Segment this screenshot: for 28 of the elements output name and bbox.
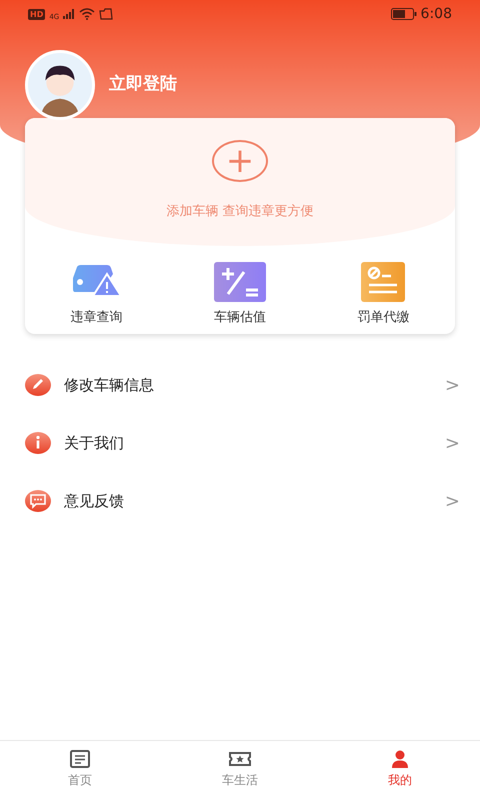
person-icon[interactable] bbox=[389, 749, 411, 769]
service-label[interactable]: 违章查询 bbox=[70, 308, 123, 328]
tab-button[interactable]: 首页 bbox=[30, 741, 130, 800]
menu-item[interactable]: 意见反馈 bbox=[64, 490, 445, 512]
network-badge: HD bbox=[28, 8, 46, 20]
pencil-icon bbox=[25, 372, 51, 398]
menu-item[interactable]: 关于我们 bbox=[64, 432, 445, 454]
menu-item[interactable]: 修改车辆信息 bbox=[64, 374, 445, 396]
battery-icon bbox=[390, 8, 417, 20]
chevron-icon[interactable]: > bbox=[444, 430, 460, 456]
login-link[interactable]: 立即登陆 bbox=[109, 72, 177, 98]
list-icon[interactable] bbox=[69, 749, 91, 769]
wifi-icon bbox=[79, 8, 96, 20]
info-icon bbox=[25, 430, 51, 456]
chevron-icon[interactable]: > bbox=[444, 372, 460, 398]
folder-icon bbox=[99, 8, 114, 20]
tab-button[interactable]: 我的 bbox=[350, 741, 450, 800]
chat-icon bbox=[25, 488, 51, 514]
service-label[interactable]: 罚单代缴 bbox=[357, 308, 410, 328]
chevron-icon[interactable]: > bbox=[444, 488, 460, 514]
add-vehicle-hint: 添加车辆 查询违章更方便 bbox=[166, 203, 314, 221]
service-label[interactable]: 车辆估值 bbox=[214, 308, 266, 328]
calculator-icon[interactable] bbox=[214, 262, 266, 302]
tab-button[interactable]: 车生活 bbox=[190, 741, 290, 800]
add-vehicle-button[interactable]: + bbox=[212, 140, 268, 182]
ticket-icon[interactable] bbox=[229, 749, 251, 769]
clock-time: 6:08 bbox=[420, 4, 452, 24]
signal-icon bbox=[63, 9, 76, 19]
